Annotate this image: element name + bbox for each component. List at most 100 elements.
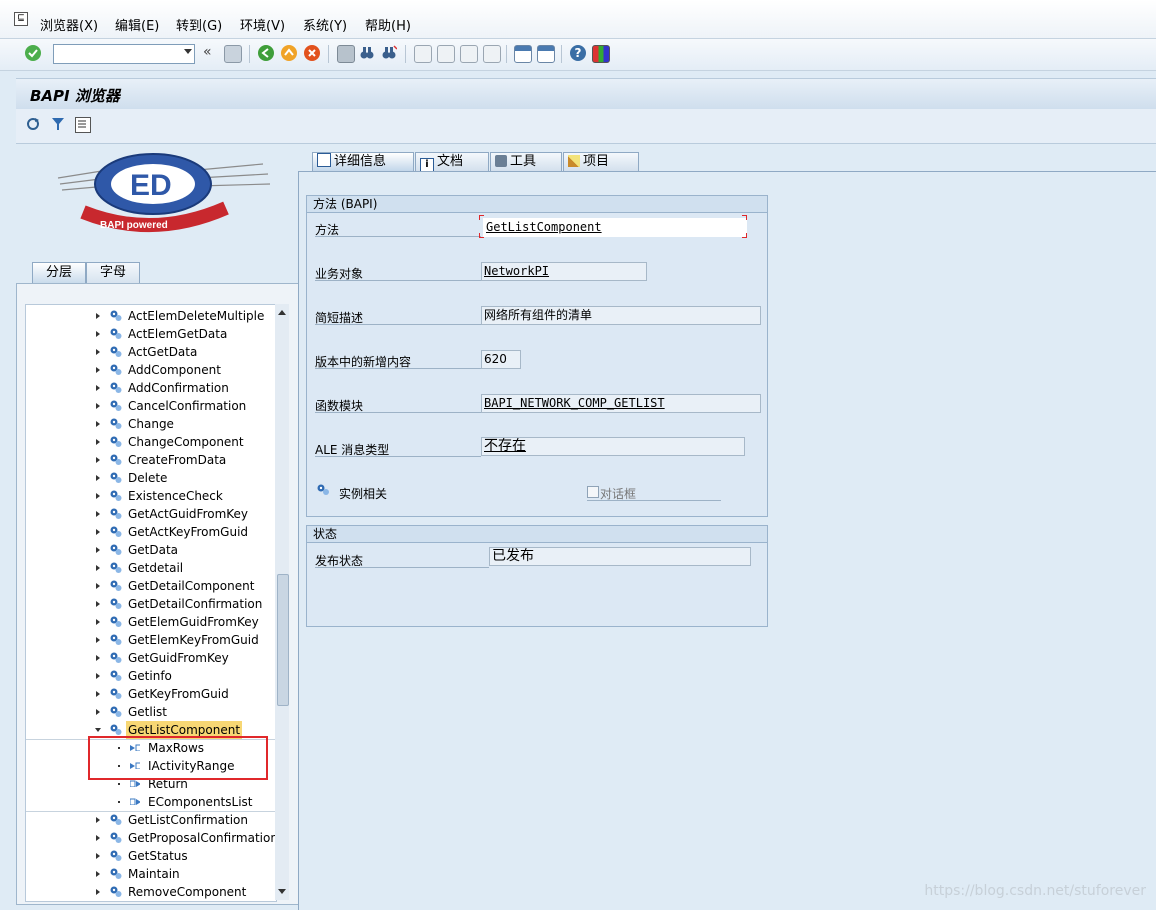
collapsed-arrow-icon[interactable] xyxy=(96,511,100,517)
tab-project[interactable]: 项目 xyxy=(563,152,639,171)
system-menu-icon[interactable]: ⊑ xyxy=(14,12,28,26)
collapsed-arrow-icon[interactable] xyxy=(96,583,100,589)
tree-method-item[interactable]: ActElemGetData xyxy=(26,325,276,343)
collapsed-arrow-icon[interactable] xyxy=(96,655,100,661)
collapsed-arrow-icon[interactable] xyxy=(96,691,100,697)
print-icon[interactable] xyxy=(337,45,355,63)
collapsed-arrow-icon[interactable] xyxy=(96,637,100,643)
tree-method-item[interactable]: GetGuidFromKey xyxy=(26,649,276,667)
find-next-icon[interactable] xyxy=(381,45,398,61)
tree-method-item[interactable]: GetActKeyFromGuid xyxy=(26,523,276,541)
refresh-icon[interactable] xyxy=(26,117,40,131)
tree-method-item[interactable]: GetDetailComponent xyxy=(26,577,276,595)
scroll-thumb[interactable] xyxy=(277,574,289,706)
help-icon[interactable]: ? xyxy=(570,45,586,61)
collapsed-arrow-icon[interactable] xyxy=(96,457,100,463)
chevron-down-icon[interactable] xyxy=(184,49,192,54)
collapsed-arrow-icon[interactable] xyxy=(96,601,100,607)
collapsed-arrow-icon[interactable] xyxy=(96,871,100,877)
tree-method-item[interactable]: ActGetData xyxy=(26,343,276,361)
function-module-field[interactable]: BAPI_NETWORK_COMP_GETLIST xyxy=(481,394,761,413)
release-status-field[interactable]: 已发布 xyxy=(489,547,751,566)
back-icon[interactable] xyxy=(258,45,274,61)
tree-method-item[interactable]: GetListConfirmation xyxy=(26,811,276,829)
collapsed-arrow-icon[interactable] xyxy=(96,853,100,859)
scroll-up-icon[interactable] xyxy=(278,310,286,315)
list-icon[interactable] xyxy=(75,117,91,133)
tree-method-item[interactable]: ExistenceCheck xyxy=(26,487,276,505)
collapsed-arrow-icon[interactable] xyxy=(96,349,100,355)
back-nav-icon[interactable]: « xyxy=(203,45,219,61)
menu-environment[interactable]: 环境(V) xyxy=(240,15,285,34)
find-icon[interactable] xyxy=(359,45,375,61)
dialog-checkbox[interactable] xyxy=(587,486,599,498)
tab-hierarchy[interactable]: 分层 xyxy=(32,262,86,283)
expanded-arrow-icon[interactable] xyxy=(95,728,101,732)
method-field[interactable]: GetListComponent xyxy=(483,218,747,237)
collapsed-arrow-icon[interactable] xyxy=(96,367,100,373)
next-page-icon[interactable] xyxy=(460,45,478,63)
tree-method-item[interactable]: ChangeComponent xyxy=(26,433,276,451)
collapsed-arrow-icon[interactable] xyxy=(96,709,100,715)
scroll-down-icon[interactable] xyxy=(278,889,286,894)
collapsed-arrow-icon[interactable] xyxy=(96,385,100,391)
menu-browser[interactable]: 浏览器(X) xyxy=(40,15,98,34)
menu-system[interactable]: 系统(Y) xyxy=(303,15,347,34)
tree-method-item[interactable]: GetData xyxy=(26,541,276,559)
menu-edit[interactable]: 编辑(E) xyxy=(115,15,159,34)
tree-method-item[interactable]: ActElemDeleteMultiple xyxy=(26,307,276,325)
collapsed-arrow-icon[interactable] xyxy=(96,493,100,499)
tree-parameter-item[interactable]: EComponentsList xyxy=(26,793,276,811)
tree-scrollbar[interactable] xyxy=(275,304,289,900)
tab-details[interactable]: 详细信息 xyxy=(312,152,414,171)
collapsed-arrow-icon[interactable] xyxy=(96,835,100,841)
tree-method-item[interactable]: GetKeyFromGuid xyxy=(26,685,276,703)
ale-message-type-field[interactable]: 不存在 xyxy=(481,437,745,456)
business-object-field[interactable]: NetworkPI xyxy=(481,262,647,281)
tree-method-item[interactable]: AddComponent xyxy=(26,361,276,379)
tree-method-item[interactable]: CreateFromData xyxy=(26,451,276,469)
exit-icon[interactable] xyxy=(281,45,297,61)
enter-icon[interactable] xyxy=(25,45,41,61)
tree-method-item[interactable]: Getlist xyxy=(26,703,276,721)
tree-method-item[interactable]: Maintain xyxy=(26,865,276,883)
tree-method-item[interactable]: RemoveComponent xyxy=(26,883,276,901)
tab-tools[interactable]: 工具 xyxy=(490,152,562,171)
menu-help[interactable]: 帮助(H) xyxy=(365,15,411,34)
tree-method-item[interactable]: GetProposalConfirmation xyxy=(26,829,276,847)
tree-method-item[interactable]: GetActGuidFromKey xyxy=(26,505,276,523)
collapsed-arrow-icon[interactable] xyxy=(96,673,100,679)
shortcut-icon[interactable] xyxy=(537,45,555,63)
new-session-icon[interactable] xyxy=(514,45,532,63)
collapsed-arrow-icon[interactable] xyxy=(96,817,100,823)
collapsed-arrow-icon[interactable] xyxy=(96,439,100,445)
tree-method-item[interactable]: Delete xyxy=(26,469,276,487)
collapsed-arrow-icon[interactable] xyxy=(96,421,100,427)
collapsed-arrow-icon[interactable] xyxy=(96,547,100,553)
tree-method-item[interactable]: CancelConfirmation xyxy=(26,397,276,415)
tree-method-item[interactable]: GetStatus xyxy=(26,847,276,865)
release-new-field[interactable]: 620 xyxy=(481,350,521,369)
collapsed-arrow-icon[interactable] xyxy=(96,313,100,319)
command-field[interactable] xyxy=(53,44,195,64)
tree-method-item[interactable]: GetDetailConfirmation xyxy=(26,595,276,613)
collapsed-arrow-icon[interactable] xyxy=(96,331,100,337)
tree-method-item[interactable]: GetElemGuidFromKey xyxy=(26,613,276,631)
prev-page-icon[interactable] xyxy=(437,45,455,63)
collapsed-arrow-icon[interactable] xyxy=(96,889,100,895)
cancel-icon[interactable] xyxy=(304,45,320,61)
save-icon[interactable] xyxy=(224,45,242,63)
first-page-icon[interactable] xyxy=(414,45,432,63)
collapsed-arrow-icon[interactable] xyxy=(96,475,100,481)
tree-method-item[interactable]: Getdetail xyxy=(26,559,276,577)
customize-layout-icon[interactable] xyxy=(592,45,610,63)
tree-method-item[interactable]: Getinfo xyxy=(26,667,276,685)
tree-method-item[interactable]: AddConfirmation xyxy=(26,379,276,397)
collapsed-arrow-icon[interactable] xyxy=(96,565,100,571)
tab-documentation[interactable]: i 文档 xyxy=(415,152,489,172)
collapsed-arrow-icon[interactable] xyxy=(96,529,100,535)
collapsed-arrow-icon[interactable] xyxy=(96,403,100,409)
tree-method-item[interactable]: Change xyxy=(26,415,276,433)
last-page-icon[interactable] xyxy=(483,45,501,63)
collapsed-arrow-icon[interactable] xyxy=(96,619,100,625)
